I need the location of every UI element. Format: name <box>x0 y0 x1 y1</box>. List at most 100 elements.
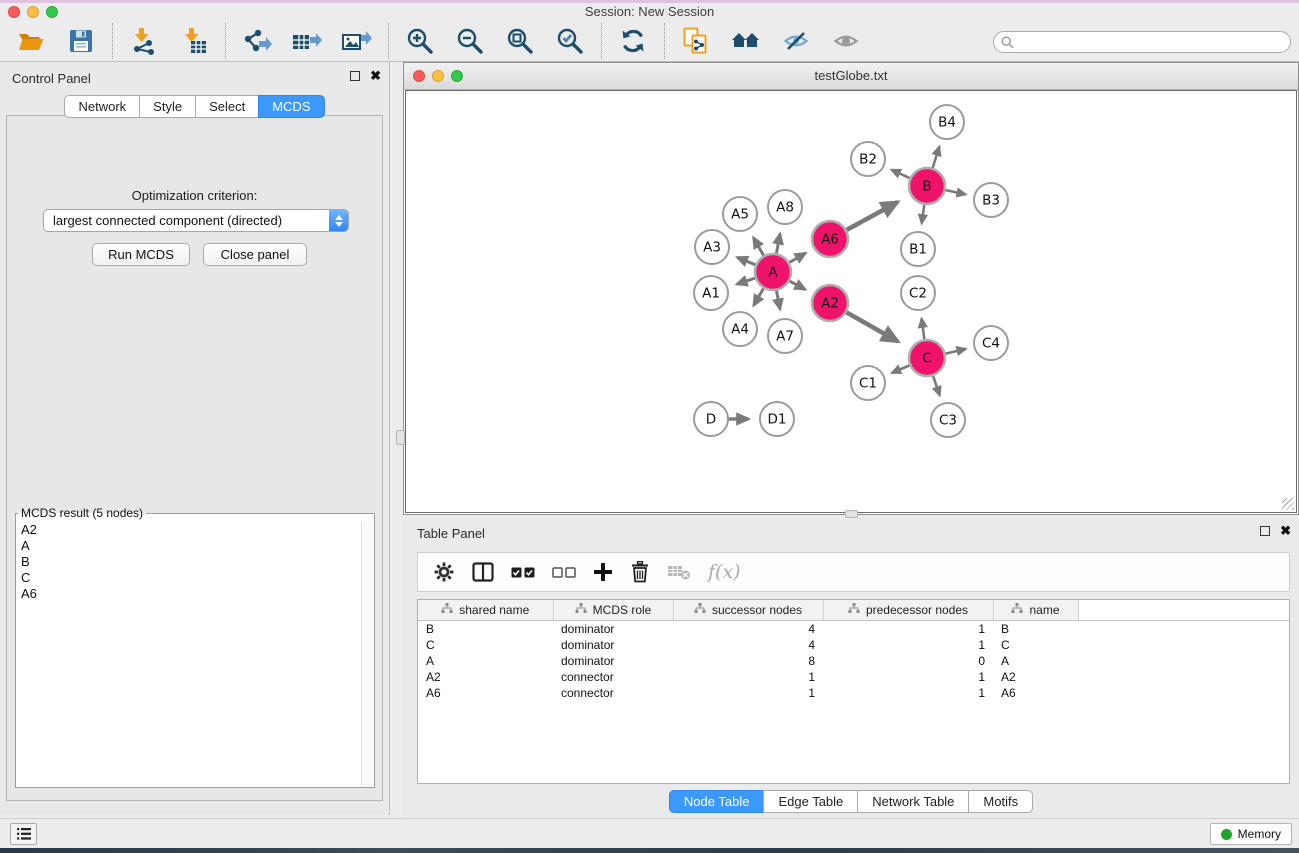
export-image-icon[interactable] <box>341 25 373 57</box>
zoom-in-icon[interactable] <box>404 25 436 57</box>
graph-node-A6[interactable]: A6 <box>812 221 848 257</box>
graph-edge-A-A1[interactable] <box>737 277 757 284</box>
import-network-icon[interactable] <box>128 25 160 57</box>
graph-edge-A2-C[interactable] <box>845 311 898 341</box>
graph-node-A3[interactable]: A3 <box>695 230 729 264</box>
close-panel-icon[interactable]: ✖ <box>370 71 381 81</box>
horizontal-splitter-grip[interactable] <box>845 510 858 518</box>
show-panels-icon[interactable] <box>830 25 862 57</box>
mcds-result-item[interactable]: A <box>17 538 361 554</box>
split-view-icon[interactable] <box>472 562 494 582</box>
float-panel-icon[interactable] <box>1260 526 1270 536</box>
column-header-predecessor-nodes[interactable]: predecessor nodes <box>823 600 993 621</box>
hide-panels-icon[interactable] <box>780 25 812 57</box>
graph-edge-A-A7[interactable] <box>776 289 780 310</box>
table-row[interactable]: Bdominator41B <box>418 621 1289 638</box>
import-table-icon[interactable] <box>178 25 210 57</box>
zoom-fit-icon[interactable] <box>504 25 536 57</box>
result-scrollbar[interactable] <box>361 522 373 786</box>
graph-node-C3[interactable]: C3 <box>931 403 965 437</box>
graph-node-A5[interactable]: A5 <box>723 197 757 231</box>
graph-node-C[interactable]: C <box>909 340 945 376</box>
graph-edge-A-A5[interactable] <box>753 238 764 258</box>
graph-node-A4[interactable]: A4 <box>723 312 757 346</box>
graph-edge-A-A4[interactable] <box>754 287 765 306</box>
column-header-mcds-role[interactable]: MCDS role <box>553 600 673 621</box>
column-header-shared-name[interactable]: shared name <box>418 600 553 621</box>
mcds-result-item[interactable]: B <box>17 554 361 570</box>
graph-node-A8[interactable]: A8 <box>768 190 802 224</box>
zoom-selected-icon[interactable] <box>554 25 586 57</box>
tab-edge-table[interactable]: Edge Table <box>763 790 858 813</box>
graph-edge-C-C2[interactable] <box>922 319 925 342</box>
tab-motifs[interactable]: Motifs <box>968 790 1033 813</box>
graph-node-C4[interactable]: C4 <box>974 326 1008 360</box>
mcds-result-item[interactable]: C <box>17 570 361 586</box>
vertical-splitter-grip[interactable] <box>396 430 405 445</box>
graph-edge-A-A6[interactable] <box>788 253 806 263</box>
birds-eye-view-icon[interactable] <box>730 25 762 57</box>
column-header-successor-nodes[interactable]: successor nodes <box>673 600 823 621</box>
table-row[interactable]: A2connector11A2 <box>418 669 1289 685</box>
tab-select[interactable]: Select <box>195 95 259 118</box>
open-session-icon[interactable] <box>15 25 47 57</box>
node-table[interactable]: shared nameMCDS rolesuccessor nodesprede… <box>417 599 1290 784</box>
graph-node-C1[interactable]: C1 <box>851 366 885 400</box>
resize-grip-icon[interactable] <box>1282 498 1294 510</box>
tab-network[interactable]: Network <box>64 95 140 118</box>
memory-button[interactable]: Memory <box>1210 823 1292 845</box>
graph-edge-B-B3[interactable] <box>944 190 966 195</box>
task-history-button[interactable] <box>10 823 37 845</box>
graph-edge-A-A2[interactable] <box>788 280 805 289</box>
graph-node-B1[interactable]: B1 <box>901 232 935 266</box>
table-row[interactable]: Adominator80A <box>418 653 1289 669</box>
graph-edge-B-B2[interactable] <box>891 170 911 179</box>
graph-node-B[interactable]: B <box>909 168 945 204</box>
tab-style[interactable]: Style <box>139 95 196 118</box>
function-builder-icon[interactable]: f(x) <box>708 561 741 583</box>
graph-edge-A6-B[interactable] <box>845 202 898 231</box>
table-row[interactable]: Cdominator41C <box>418 637 1289 653</box>
network-window-titlebar[interactable]: testGlobe.txt <box>404 63 1298 90</box>
graph-node-A[interactable]: A <box>755 254 791 290</box>
table-options-gear-icon[interactable] <box>433 561 455 583</box>
clone-network-icon[interactable] <box>680 25 712 57</box>
graph-node-D[interactable]: D <box>694 402 728 436</box>
graph-edge-B-B4[interactable] <box>932 147 939 170</box>
deselect-all-checkboxes-icon[interactable] <box>552 567 576 578</box>
graph-edge-C-C3[interactable] <box>932 374 939 395</box>
delete-column-icon[interactable] <box>630 561 650 583</box>
table-row[interactable]: A6connector11A6 <box>418 685 1289 701</box>
tab-mcds[interactable]: MCDS <box>258 95 324 118</box>
criterion-dropdown[interactable]: largest connected component (directed) <box>43 209 349 232</box>
add-column-icon[interactable] <box>593 562 613 582</box>
graph-edge-B-B1[interactable] <box>922 203 925 224</box>
graph-node-A2[interactable]: A2 <box>812 285 848 321</box>
apply-layout-icon[interactable] <box>617 25 649 57</box>
graph-node-B2[interactable]: B2 <box>851 142 885 176</box>
tab-network-table[interactable]: Network Table <box>857 790 969 813</box>
mcds-result-item[interactable]: A2 <box>17 522 361 538</box>
graph-node-D1[interactable]: D1 <box>760 402 794 436</box>
graph-node-A1[interactable]: A1 <box>694 276 728 310</box>
graph-node-C2[interactable]: C2 <box>901 276 935 310</box>
delete-table-icon[interactable] <box>667 563 691 581</box>
column-header-name[interactable]: name <box>993 600 1078 621</box>
graph-edge-A-A8[interactable] <box>776 234 780 256</box>
mcds-result-item[interactable]: A6 <box>17 586 361 602</box>
zoom-out-icon[interactable] <box>454 25 486 57</box>
select-all-checkboxes-icon[interactable] <box>511 567 535 578</box>
run-mcds-button[interactable]: Run MCDS <box>92 243 190 266</box>
close-panel-icon[interactable]: ✖ <box>1280 526 1291 536</box>
save-session-icon[interactable] <box>65 25 97 57</box>
search-box[interactable] <box>993 31 1291 53</box>
graph-edge-C-C4[interactable] <box>944 349 966 354</box>
export-table-icon[interactable] <box>291 25 323 57</box>
graph-edge-C-C1[interactable] <box>892 365 912 373</box>
network-canvas[interactable]: B4B2BB3A8A5A6A3B1AA1C2A2A4A7C4CC1C3DD1 <box>405 90 1297 513</box>
graph-edge-A-A3[interactable] <box>737 257 757 265</box>
close-panel-button[interactable]: Close panel <box>203 243 307 266</box>
graph-node-B3[interactable]: B3 <box>974 183 1008 217</box>
export-network-icon[interactable] <box>241 25 273 57</box>
search-input[interactable] <box>1019 34 1290 50</box>
